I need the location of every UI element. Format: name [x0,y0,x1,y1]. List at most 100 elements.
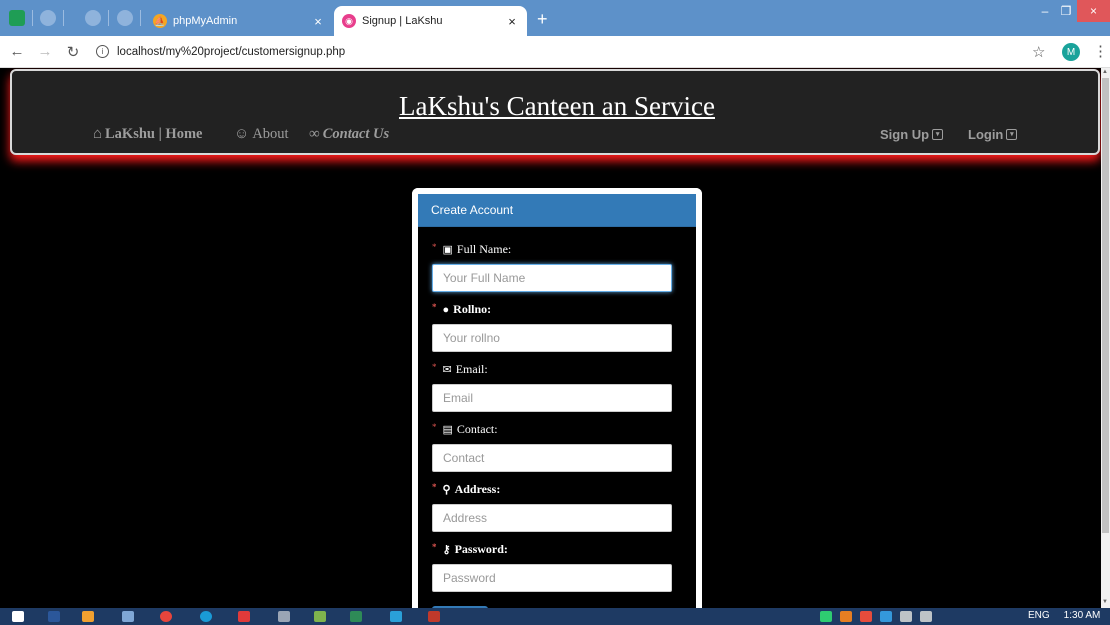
nav-signup-dropdown[interactable]: Sign Up ▾ [880,127,944,142]
page-scrollbar[interactable]: ▲ ▼ [1101,68,1110,608]
explorer-icon[interactable] [122,611,134,622]
minimize-button[interactable]: – [1035,0,1055,22]
profile-avatar[interactable]: M [1062,43,1080,61]
reload-icon[interactable]: ↻ [62,43,84,61]
volume-icon[interactable] [920,611,932,622]
app-icon[interactable] [350,611,362,622]
forward-icon[interactable]: → [34,43,56,60]
start-icon[interactable] [12,611,24,622]
nav-login-dropdown[interactable]: Login ▾ [968,127,1018,142]
required-mark: * [432,301,437,312]
required-mark: * [432,361,437,372]
word-icon[interactable] [48,611,60,622]
clock[interactable]: 1:30 AM [1064,610,1101,621]
address-field: * ⚲ Address: [432,482,680,532]
info-icon[interactable]: i [96,45,109,58]
close-tab-icon[interactable]: × [505,14,519,29]
nav-label: Contact Us [322,126,390,142]
field-label: Rollno: [453,302,492,316]
site-favicon-icon: ◉ [342,14,356,28]
maximize-button[interactable]: ❐ [1056,0,1076,22]
tab-title: Signup | LaKshu [362,15,443,27]
pinned-tab-icon[interactable] [85,10,101,26]
page-viewport: LaKshu's Canteen an Service ⌂ LaKshu | H… [0,68,1101,608]
system-tray: ENG 1:30 AM [1028,610,1100,621]
app-icon[interactable] [238,611,250,622]
telegram-icon[interactable] [390,611,402,622]
pinned-tab-icon[interactable] [40,10,56,26]
key-icon: ⚷ [442,544,451,556]
rollno-field: * ● Rollno: [432,302,680,352]
smile-icon: ☺ [234,126,250,142]
notepad-icon[interactable] [278,611,290,622]
field-label: Address: [454,482,501,496]
language-indicator[interactable]: ENG [1028,610,1050,621]
back-icon[interactable]: ← [6,43,28,60]
tab-phpmyadmin[interactable]: ⛵ phpMyAdmin × [145,6,333,36]
app-icon[interactable] [314,611,326,622]
field-label: Email: [455,362,488,376]
signup-form-panel: Create Account * ▣ Full Name: * ● Rollno… [412,188,702,608]
password-field: * ⚷ Password: [432,542,680,592]
sheets-app-icon[interactable] [9,10,25,26]
close-tab-icon[interactable]: × [311,14,325,29]
user-icon: ● [442,303,450,316]
required-mark: * [432,541,437,552]
tray-app-icon[interactable] [820,611,832,622]
scroll-down-icon[interactable]: ▼ [1102,599,1108,605]
tray-app-icon[interactable] [880,611,892,622]
caret-square-icon: ▾ [932,129,944,140]
id-card-icon: ▣ [442,244,453,256]
chrome-icon[interactable] [160,611,172,622]
field-label: Contact: [456,422,498,436]
nav-label: Sign Up [880,127,930,142]
address-input[interactable] [432,504,672,532]
nav-home-link[interactable]: ⌂ LaKshu | Home [93,126,202,143]
browser-toolbar: ← → ↻ i localhost/my%20project/customers… [0,36,1110,68]
menu-kebab-icon[interactable]: ⋮ [1093,42,1108,60]
required-mark: * [432,481,437,492]
edge-icon[interactable] [200,611,212,622]
nav-label: LaKshu | Home [105,126,203,142]
tray-app-icon[interactable] [840,611,852,622]
tray-app-icon[interactable] [860,611,872,622]
url-text: localhost/my%20project/customersignup.ph… [117,45,346,58]
envelope-icon: ✉ [442,364,452,376]
email-input[interactable] [432,384,672,412]
panel-heading: Create Account [418,194,696,227]
scrollbar-thumb[interactable] [1102,78,1109,533]
phone-book-icon: ▤ [442,424,453,436]
address-bar[interactable]: i localhost/my%20project/customersignup.… [96,45,345,58]
powerpoint-icon[interactable] [428,611,440,622]
site-header: LaKshu's Canteen an Service ⌂ LaKshu | H… [10,69,1100,155]
password-input[interactable] [432,564,672,592]
site-title[interactable]: LaKshu's Canteen an Service [12,91,1101,122]
contact-field: * ▤ Contact: [432,422,680,472]
windows-taskbar: ENG 1:30 AM [0,608,1110,625]
full-name-field: * ▣ Full Name: [432,242,680,292]
field-label: Password: [454,542,508,556]
rollno-input[interactable] [432,324,672,352]
field-label: Full Name: [456,242,512,256]
tab-signup[interactable]: ◉ Signup | LaKshu × [334,6,527,36]
app-icon[interactable] [82,611,94,622]
new-tab-button[interactable]: + [537,9,548,30]
required-mark: * [432,241,437,252]
map-marker-icon: ⚲ [442,484,451,496]
contact-input[interactable] [432,444,672,472]
scroll-up-icon[interactable]: ▲ [1102,69,1108,75]
bookmark-star-icon[interactable]: ☆ [1032,43,1045,61]
caret-square-icon: ▾ [1006,129,1018,140]
pinned-tab-icon[interactable] [117,10,133,26]
network-icon[interactable] [900,611,912,622]
link-icon: ∞ [309,126,320,142]
close-window-button[interactable]: × [1077,0,1110,22]
nav-contact-link[interactable]: ∞ Contact Us [309,126,389,143]
full-name-input[interactable] [432,264,672,292]
nav-label: About [252,126,289,142]
required-mark: * [432,421,437,432]
tab-title: phpMyAdmin [173,15,238,27]
nav-about-link[interactable]: ☺ About [234,126,289,143]
home-icon: ⌂ [93,126,103,142]
email-field: * ✉ Email: [432,362,680,412]
